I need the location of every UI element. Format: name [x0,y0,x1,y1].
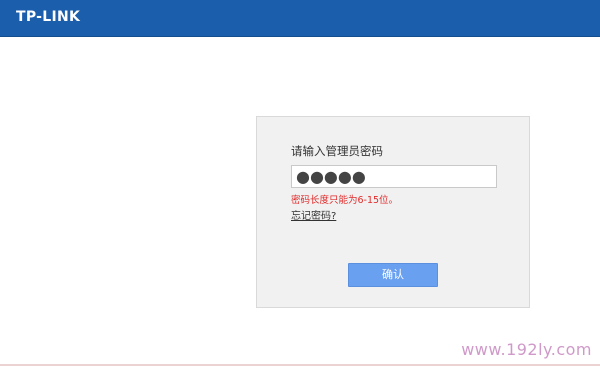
password-input[interactable] [291,165,497,188]
login-panel: 请输入管理员密码 密码长度只能为6-15位。 忘记密码? 确认 [256,116,530,308]
top-header-bar: TP-LINK [0,0,600,37]
password-prompt-label: 请输入管理员密码 [291,144,383,158]
tp-link-logo: TP-LINK [16,9,81,25]
bottom-divider [0,364,600,366]
confirm-button[interactable]: 确认 [348,263,438,287]
password-length-error: 密码长度只能为6-15位。 [291,195,399,206]
site-watermark: www.192ly.com [461,340,592,359]
forgot-password-link[interactable]: 忘记密码? [291,211,336,223]
